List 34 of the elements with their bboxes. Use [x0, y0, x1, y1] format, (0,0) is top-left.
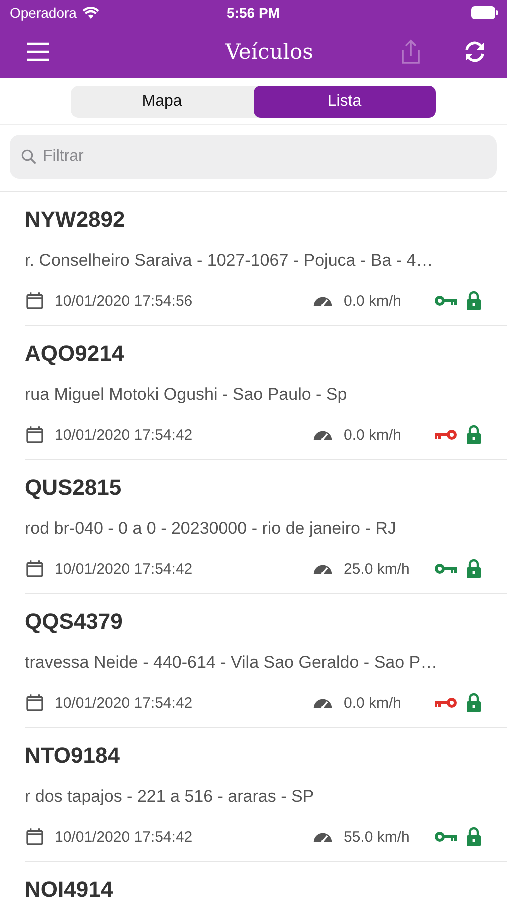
- battery-icon: [471, 6, 499, 20]
- update-time: 10/01/2020 17:54:42: [55, 560, 193, 578]
- vehicle-speed: 0.0 km/h: [344, 426, 403, 444]
- vehicle-plate: AQO9214: [25, 340, 126, 368]
- vehicle-plate: NTO9184: [25, 742, 121, 770]
- vehicle-speed: 0.0 km/h: [344, 694, 403, 712]
- search-icon: [20, 148, 38, 166]
- calendar-icon: [25, 827, 45, 847]
- update-time: 10/01/2020 17:54:42: [55, 828, 193, 846]
- filter-field[interactable]: Filtrar: [10, 135, 497, 179]
- calendar-icon: [25, 425, 45, 445]
- vehicle-speed: 55.0 km/h: [344, 828, 411, 846]
- calendar-icon: [25, 559, 45, 579]
- update-time: 10/01/2020 17:54:42: [55, 426, 193, 444]
- calendar-icon: [25, 693, 45, 713]
- vehicle-address: rod br-040 - 0 a 0 - 20230000 - rio de janeiro - RJ: [25, 518, 398, 540]
- vehicle-plate: NYW2892: [25, 206, 126, 234]
- vehicle-address: r. Conselheiro Saraiva - 1027-1067 - Pojuca - Ba - 4…: [25, 250, 434, 272]
- segment-tab[interactable]: Lista: [254, 86, 436, 118]
- carrier-name: Operadora: [10, 5, 77, 21]
- vehicle-address: travessa Neide - 440-614 - Vila Sao Geraldo - Sao P…: [25, 652, 439, 674]
- vehicle-speed: 25.0 km/h: [344, 560, 411, 578]
- update-time: 10/01/2020 17:54:42: [55, 694, 193, 712]
- segment-tab[interactable]: Mapa: [71, 86, 254, 118]
- vehicle-address: r dos tapajos - 221 a 516 - araras - SP: [25, 786, 316, 808]
- vehicle-plate: QQS4379: [25, 608, 124, 636]
- status-time: 5:56 PM: [227, 5, 280, 21]
- vehicle-speed: 0.0 km/h: [344, 292, 403, 310]
- vehicle-plate: NOI4914: [25, 876, 114, 900]
- vehicle-plate: QUS2815: [25, 474, 123, 502]
- update-time: 10/01/2020 17:54:56: [55, 292, 193, 310]
- calendar-icon: [25, 291, 45, 311]
- vehicle-address: rua Miguel Motoki Ogushi - Sao Paulo - Sp: [25, 384, 348, 406]
- screen-title: Veículos: [224, 40, 314, 64]
